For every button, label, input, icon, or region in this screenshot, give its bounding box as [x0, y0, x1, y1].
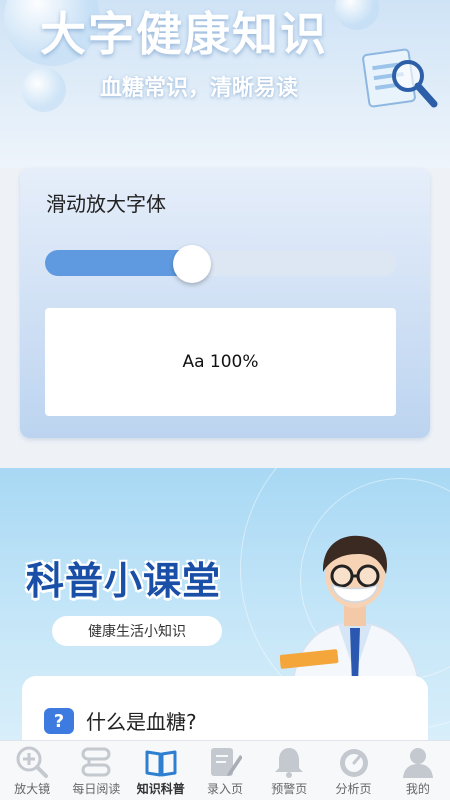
knowledge-section: 科普小课堂 健康生活小知识 ? 什么是血糖?: [0, 468, 450, 740]
slider-title: 滑动放大字体: [46, 192, 166, 216]
user-icon: [402, 748, 433, 778]
gauge-icon: [339, 749, 368, 777]
tab-label: 录入页: [206, 782, 243, 796]
tab-analysis[interactable]: 分析页: [321, 741, 385, 800]
faq-card[interactable]: ? 什么是血糖?: [22, 676, 428, 740]
header-banner: 大字健康知识 血糖常识，清晰易读: [0, 0, 450, 168]
font-preview-box: Aa 100%: [45, 308, 396, 416]
book-icon: [145, 750, 177, 777]
tab-warning[interactable]: 预警页: [257, 741, 321, 800]
tab-knowledge[interactable]: 知识科普: [129, 741, 193, 800]
slider-thumb[interactable]: [173, 245, 212, 283]
tab-label: 放大镜: [14, 782, 51, 796]
slider-fill: [45, 250, 193, 276]
font-size-card: 滑动放大字体 Aa 100%: [20, 168, 430, 438]
font-size-slider[interactable]: [45, 245, 396, 283]
tab-label: 分析页: [335, 782, 372, 796]
tab-label: 预警页: [271, 782, 308, 796]
tab-label: 我的: [405, 782, 430, 796]
edit-document-icon: [210, 748, 242, 776]
decor-bubble: [335, 0, 379, 30]
decor-bubble: [22, 68, 66, 112]
knowledge-banner-title: 科普小课堂: [26, 559, 222, 603]
font-preview-text: Aa 100%: [182, 352, 259, 372]
tab-daily-reading[interactable]: 每日阅读: [64, 741, 128, 800]
tab-label: 知识科普: [136, 782, 185, 796]
tab-mine[interactable]: 我的: [386, 741, 450, 800]
page-title: 大字健康知识: [40, 7, 328, 61]
bell-icon: [275, 748, 304, 778]
knowledge-pill: 健康生活小知识: [52, 616, 222, 646]
magnifier-icon: [16, 746, 49, 778]
tab-magnifier[interactable]: 放大镜: [0, 741, 64, 800]
page: 大字健康知识 血糖常识，清晰易读 滑动放大字体 Aa 100% 科普小课堂 健康…: [0, 0, 450, 800]
question-icon: ?: [44, 708, 74, 734]
page-subtitle: 血糖常识，清晰易读: [100, 76, 299, 101]
doctor-illustration: [280, 535, 421, 694]
daily-reading-icon: [81, 747, 111, 777]
document-magnifier-icon: [362, 48, 438, 108]
faq-question: 什么是血糖?: [86, 710, 197, 734]
bottom-tabbar: 放大镜 每日阅读 知识科普 录入页 预警页 分析页 我的: [0, 740, 450, 800]
tab-entry[interactable]: 录入页: [193, 741, 257, 800]
tab-label: 每日阅读: [72, 782, 121, 796]
